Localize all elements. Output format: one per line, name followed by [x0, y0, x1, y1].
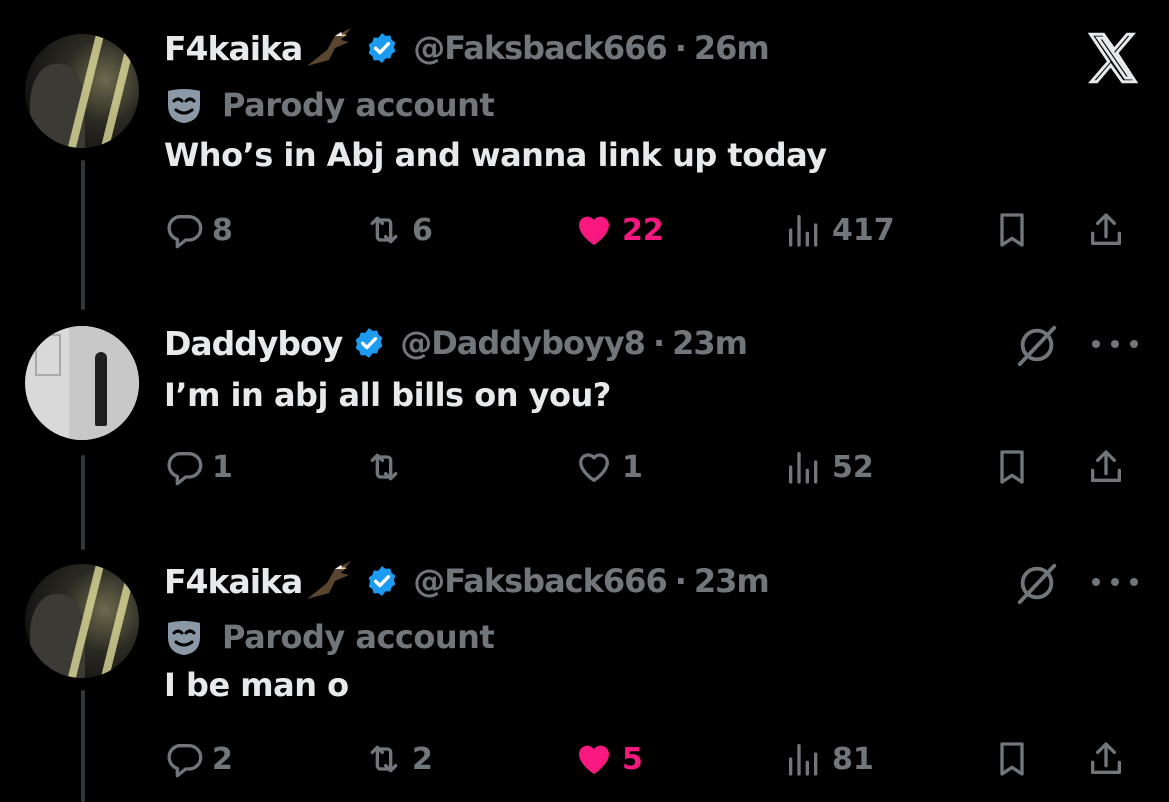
verified-badge-icon: [355, 328, 383, 358]
reply-count: 2: [212, 741, 233, 777]
parody-account-label: Parody account: [222, 618, 495, 656]
tweet-actions: 2 2 5 81: [164, 733, 1164, 785]
tweet-text: I’m in abj all bills on you?: [164, 376, 611, 414]
like-button[interactable]: 1: [574, 441, 643, 493]
parody-account-label: Parody account: [222, 86, 495, 124]
verified-badge-icon: [368, 33, 396, 63]
more-icon[interactable]: [1092, 572, 1138, 592]
thread-line: [81, 455, 85, 550]
timestamp[interactable]: 26m: [694, 29, 770, 67]
tweet-header: F4kaika @Faksback666 · 26m: [164, 26, 770, 70]
like-count: 5: [622, 741, 643, 777]
bookmark-icon: [1000, 450, 1024, 484]
timestamp[interactable]: 23m: [672, 324, 748, 362]
more-icon[interactable]: [1092, 334, 1138, 354]
reply-count: 8: [212, 212, 233, 248]
retweet-icon: [370, 216, 398, 244]
tweet-1[interactable]: F4kaika @Faksback666 · 26m Parody accoun…: [164, 26, 1169, 256]
thread-line: [81, 690, 85, 802]
retweet-count: 2: [412, 741, 433, 777]
display-name[interactable]: F4kaika: [164, 29, 303, 68]
tweet-header: F4kaika @Faksback666 · 23m: [164, 559, 770, 603]
heart-icon: [579, 216, 609, 245]
share-button[interactable]: [1086, 204, 1126, 256]
tweet-actions: 1 1 52: [164, 441, 1164, 493]
heart-icon: [579, 745, 609, 774]
reply-icon: [167, 215, 203, 249]
bookmark-icon: [1000, 742, 1024, 776]
reply-count: 1: [212, 449, 233, 485]
share-icon: [1091, 213, 1121, 245]
retweet-button[interactable]: [364, 441, 404, 493]
retweet-icon: [370, 453, 398, 481]
views-icon: [789, 452, 818, 484]
like-button[interactable]: 5: [574, 733, 643, 785]
parody-mask-icon: [168, 89, 200, 123]
separator: ·: [652, 324, 665, 362]
eagle-emoji: [307, 28, 352, 66]
share-icon: [1091, 450, 1121, 482]
views-button[interactable]: 81: [784, 733, 874, 785]
avatar[interactable]: [25, 34, 139, 148]
views-button[interactable]: 417: [784, 204, 895, 256]
like-count: 22: [622, 212, 664, 248]
grok-icon[interactable]: [1014, 560, 1060, 606]
avatar[interactable]: [25, 326, 139, 440]
bookmark-button[interactable]: [992, 733, 1032, 785]
separator: ·: [674, 29, 687, 67]
tweet-actions: 8 6 22 417: [164, 204, 1164, 256]
user-handle[interactable]: @Faksback666: [413, 29, 667, 67]
retweet-button[interactable]: 2: [364, 733, 433, 785]
verified-badge-icon: [368, 566, 396, 596]
display-name[interactable]: Daddyboy: [164, 324, 343, 363]
view-count: 417: [832, 212, 895, 248]
display-name[interactable]: F4kaika: [164, 562, 303, 601]
grok-icon[interactable]: [1014, 322, 1060, 368]
views-icon: [789, 215, 818, 247]
like-button[interactable]: 22: [574, 204, 664, 256]
parody-label: Parody account: [164, 615, 495, 659]
eagle-emoji: [307, 561, 352, 599]
reply-button[interactable]: 8: [164, 204, 233, 256]
view-count: 81: [832, 741, 874, 777]
timestamp[interactable]: 23m: [694, 562, 770, 600]
bookmark-button[interactable]: [992, 441, 1032, 493]
retweet-icon: [370, 745, 398, 773]
reply-button[interactable]: 1: [164, 441, 233, 493]
user-handle[interactable]: @Faksback666: [413, 562, 667, 600]
tweet-text: I be man o: [164, 666, 349, 704]
views-button[interactable]: 52: [784, 441, 874, 493]
bookmark-button[interactable]: [992, 204, 1032, 256]
share-button[interactable]: [1086, 733, 1126, 785]
parody-label: Parody account: [164, 83, 495, 127]
share-button[interactable]: [1086, 441, 1126, 493]
user-handle[interactable]: @Daddyboyy8: [400, 324, 646, 362]
like-count: 1: [622, 449, 643, 485]
views-icon: [789, 744, 818, 776]
reply-icon: [167, 744, 203, 778]
retweet-button[interactable]: 6: [364, 204, 433, 256]
tweet-header: Daddyboy @Daddyboyy8 · 23m: [164, 321, 748, 365]
thread-line: [81, 160, 85, 310]
retweet-count: 6: [412, 212, 433, 248]
view-count: 52: [832, 449, 874, 485]
reply-button[interactable]: 2: [164, 733, 233, 785]
parody-mask-icon: [168, 621, 200, 655]
share-icon: [1091, 742, 1121, 774]
bookmark-icon: [1000, 213, 1024, 247]
avatar[interactable]: [25, 564, 139, 678]
reply-icon: [167, 452, 203, 486]
heart-icon: [579, 453, 609, 482]
tweet-text: Who’s in Abj and wanna link up today: [164, 136, 827, 174]
separator: ·: [674, 562, 687, 600]
